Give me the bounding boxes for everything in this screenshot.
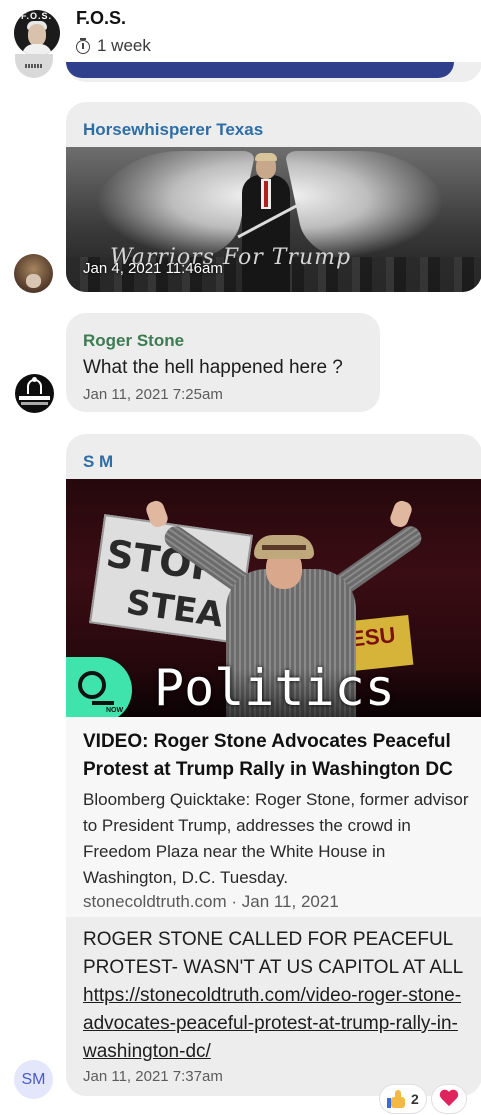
previous-embed-preview[interactable] — [66, 62, 454, 78]
thumbs-up-icon — [387, 1089, 407, 1109]
message-text: ROGER STONE CALLED FOR PEACEFUL PROTEST-… — [83, 926, 475, 1066]
image-caption: Politics — [154, 659, 395, 717]
sender-avatar[interactable] — [15, 374, 54, 413]
link-preview-description: Bloomberg Quicktake: Roger Stone, former… — [83, 790, 469, 887]
group-avatar[interactable]: F.O.S. — [14, 10, 60, 56]
reaction-thumbs-up[interactable]: 2 — [380, 1085, 426, 1113]
avatar-logo-text: F.O.S. — [21, 11, 53, 21]
reaction-bar: 2 — [380, 1085, 466, 1113]
heart-icon — [439, 1090, 459, 1108]
message-text: What the hell happened here ? — [83, 357, 343, 378]
group-activity: 1 week — [76, 36, 151, 56]
link-preview-card[interactable]: VIDEO: Roger Stone Advocates Peaceful Pr… — [66, 717, 481, 917]
message-body: ROGER STONE CALLED FOR PEACEFUL PROTEST-… — [83, 929, 463, 978]
message-timestamp: Jan 4, 2021 11:46am — [83, 260, 223, 277]
previous-message-bubble[interactable] — [66, 62, 481, 82]
message-bubble[interactable]: Horsewhisperer Texas Warriors For Trump … — [66, 102, 481, 292]
chat-header: F.O.S. F.O.S. 1 week — [0, 0, 481, 62]
sender-avatar[interactable]: SM — [14, 1060, 53, 1099]
previous-sender-avatar[interactable] — [15, 54, 53, 78]
reaction-heart[interactable] — [431, 1085, 466, 1113]
message-bubble[interactable]: S M STOP STEA JESU NOW Politics VIDEO: R… — [66, 434, 481, 1096]
now-logo-text: NOW — [106, 707, 124, 714]
timer-icon — [76, 38, 91, 54]
group-name[interactable]: F.O.S. — [76, 8, 126, 29]
message-timestamp: Jan 11, 2021 7:37am — [83, 1068, 223, 1085]
link-preview-source[interactable]: stonecoldtruth.com · Jan 11, 2021 — [83, 892, 339, 912]
reaction-count: 2 — [411, 1091, 419, 1107]
link-preview-title[interactable]: VIDEO: Roger Stone Advocates Peaceful Pr… — [83, 728, 473, 784]
activity-time: 1 week — [97, 36, 151, 55]
message-sender[interactable]: Roger Stone — [83, 331, 184, 351]
message-sender[interactable]: Horsewhisperer Texas — [83, 120, 263, 140]
message-link[interactable]: https://stonecoldtruth.com/video-roger-s… — [83, 985, 461, 1062]
avatar-face — [28, 24, 46, 46]
link-preview-image[interactable]: STOP STEA JESU NOW Politics — [66, 479, 481, 717]
message-sender[interactable]: S M — [83, 452, 113, 472]
sender-avatar[interactable] — [14, 254, 53, 293]
message-timestamp: Jan 11, 2021 7:25am — [83, 386, 223, 403]
message-bubble[interactable]: Roger Stone What the hell happened here … — [66, 313, 380, 412]
